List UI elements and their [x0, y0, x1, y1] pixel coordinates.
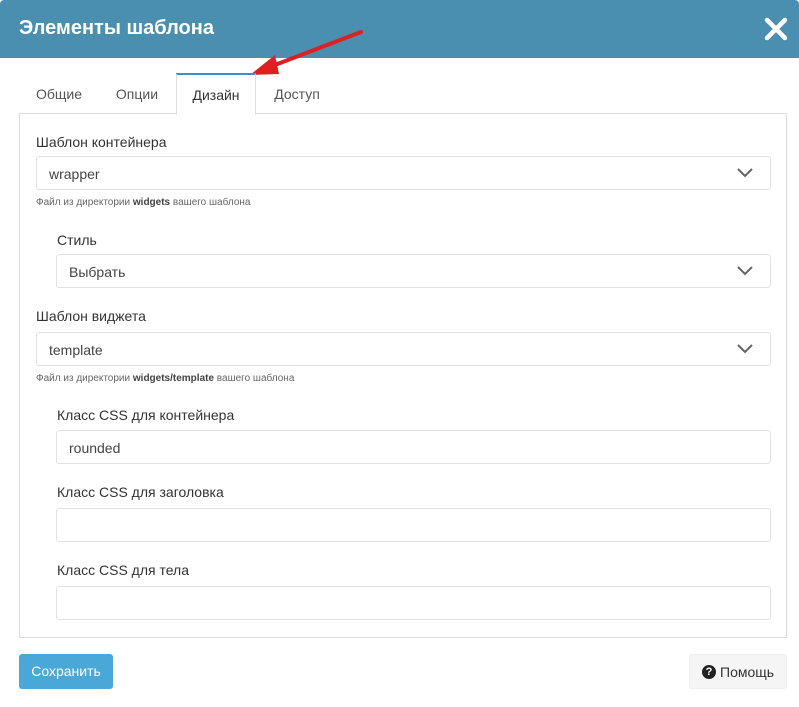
help-button[interactable]: ? Помощь	[689, 654, 787, 689]
widget-template-select[interactable]: template	[36, 332, 771, 366]
tab-access[interactable]: Доступ	[257, 73, 337, 114]
container-template-value: wrapper	[49, 166, 100, 182]
chevron-down-icon	[737, 266, 753, 276]
template-elements-modal: Элементы шаблона Общие Опции Дизайн Дост…	[0, 0, 799, 707]
tab-bar: Общие Опции Дизайн Доступ	[19, 73, 787, 115]
modal-title: Элементы шаблона	[19, 17, 214, 39]
style-label: Стиль	[57, 232, 97, 248]
widget-template-value: template	[49, 342, 103, 358]
container-css-label: Класс CSS для контейнера	[57, 407, 235, 423]
style-value: Выбрать	[69, 264, 126, 280]
tab-options[interactable]: Опции	[99, 73, 175, 114]
question-circle-icon: ?	[702, 665, 716, 679]
container-css-value: rounded	[69, 440, 121, 456]
tab-design[interactable]: Дизайн	[176, 73, 256, 115]
container-template-select[interactable]: wrapper	[36, 156, 771, 190]
close-icon[interactable]	[762, 15, 790, 43]
chevron-down-icon	[737, 344, 753, 354]
chevron-down-icon	[737, 168, 753, 178]
modal-header: Элементы шаблона	[0, 0, 799, 58]
widget-template-help: Файл из директории widgets/template ваше…	[36, 373, 295, 384]
container-template-label: Шаблон контейнера	[36, 134, 167, 150]
container-css-input[interactable]: rounded	[56, 430, 771, 464]
header-css-input[interactable]	[56, 508, 771, 542]
style-select[interactable]: Выбрать	[56, 254, 771, 288]
design-tab-panel: Шаблон контейнера wrapper Файл из директ…	[19, 113, 787, 638]
body-css-label: Класс CSS для тела	[57, 562, 190, 578]
body-css-input[interactable]	[56, 586, 771, 620]
header-css-label: Класс CSS для заголовка	[57, 484, 224, 500]
help-button-label: Помощь	[720, 664, 775, 680]
widget-template-label: Шаблон виджета	[36, 308, 146, 324]
save-button[interactable]: Сохранить	[19, 654, 113, 689]
tab-general[interactable]: Общие	[19, 73, 99, 114]
container-template-help: Файл из директории widgets вашего шаблон…	[36, 197, 251, 208]
